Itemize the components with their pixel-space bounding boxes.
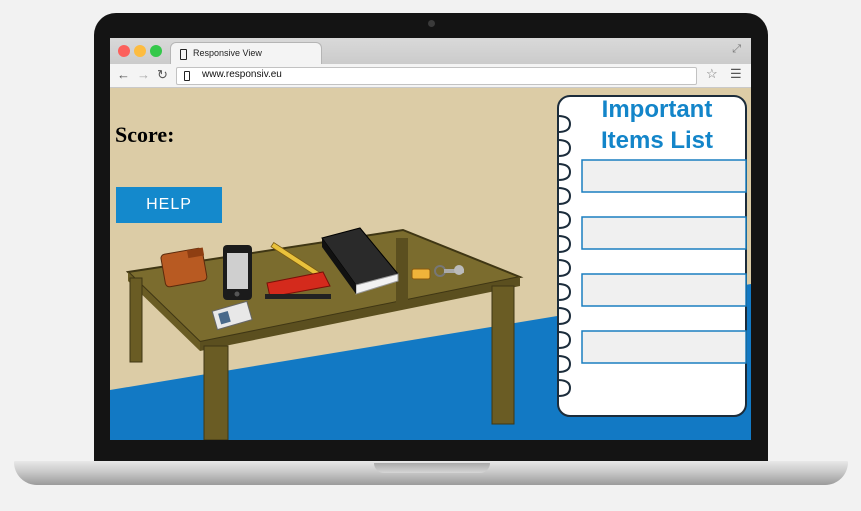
back-icon[interactable]: ← — [117, 67, 130, 82]
url-text: www.responsiv.eu — [202, 69, 282, 80]
wallet-item[interactable] — [160, 247, 208, 288]
minimize-window-button[interactable] — [134, 45, 146, 57]
forward-icon[interactable]: → — [137, 67, 150, 82]
reload-icon[interactable]: ↻ — [157, 67, 168, 83]
list-title: Important Items List — [562, 94, 751, 156]
help-button[interactable]: HELP — [116, 187, 222, 223]
address-bar[interactable]: www.responsiv.eu — [176, 67, 697, 85]
fullscreen-icon[interactable]: ⤢ — [732, 43, 741, 56]
score-label: Score: — [115, 122, 175, 147]
zoom-window-button[interactable] — [150, 45, 162, 57]
webcam — [428, 20, 435, 27]
mobile-icon — [184, 71, 190, 81]
list-slot-4[interactable] — [581, 330, 747, 364]
list-slot-3[interactable] — [581, 273, 747, 307]
list-title-line-2: Items List — [600, 127, 714, 154]
bookmark-star-icon[interactable]: ☆ — [706, 66, 718, 82]
mobile-icon — [180, 49, 187, 60]
tab-title: Responsive View — [193, 48, 262, 58]
tab-strip: Responsive View ⤢ — [110, 38, 751, 65]
game-area: Score: HELP Important Items List — [110, 88, 751, 440]
browser-toolbar: ← → ↻ www.responsiv.eu ☆ ☰ — [110, 64, 751, 88]
smartphone-item[interactable] — [223, 245, 252, 300]
browser-window: Responsive View ⤢ ← → ↻ www.responsiv.eu… — [110, 38, 751, 440]
menu-icon[interactable]: ☰ — [730, 66, 742, 82]
browser-tab[interactable]: Responsive View — [170, 42, 322, 65]
list-title-line-1: Important — [601, 96, 713, 123]
laptop-notch — [374, 463, 490, 473]
close-window-button[interactable] — [118, 45, 130, 57]
list-slot-1[interactable] — [581, 159, 747, 193]
list-slot-2[interactable] — [581, 216, 747, 250]
